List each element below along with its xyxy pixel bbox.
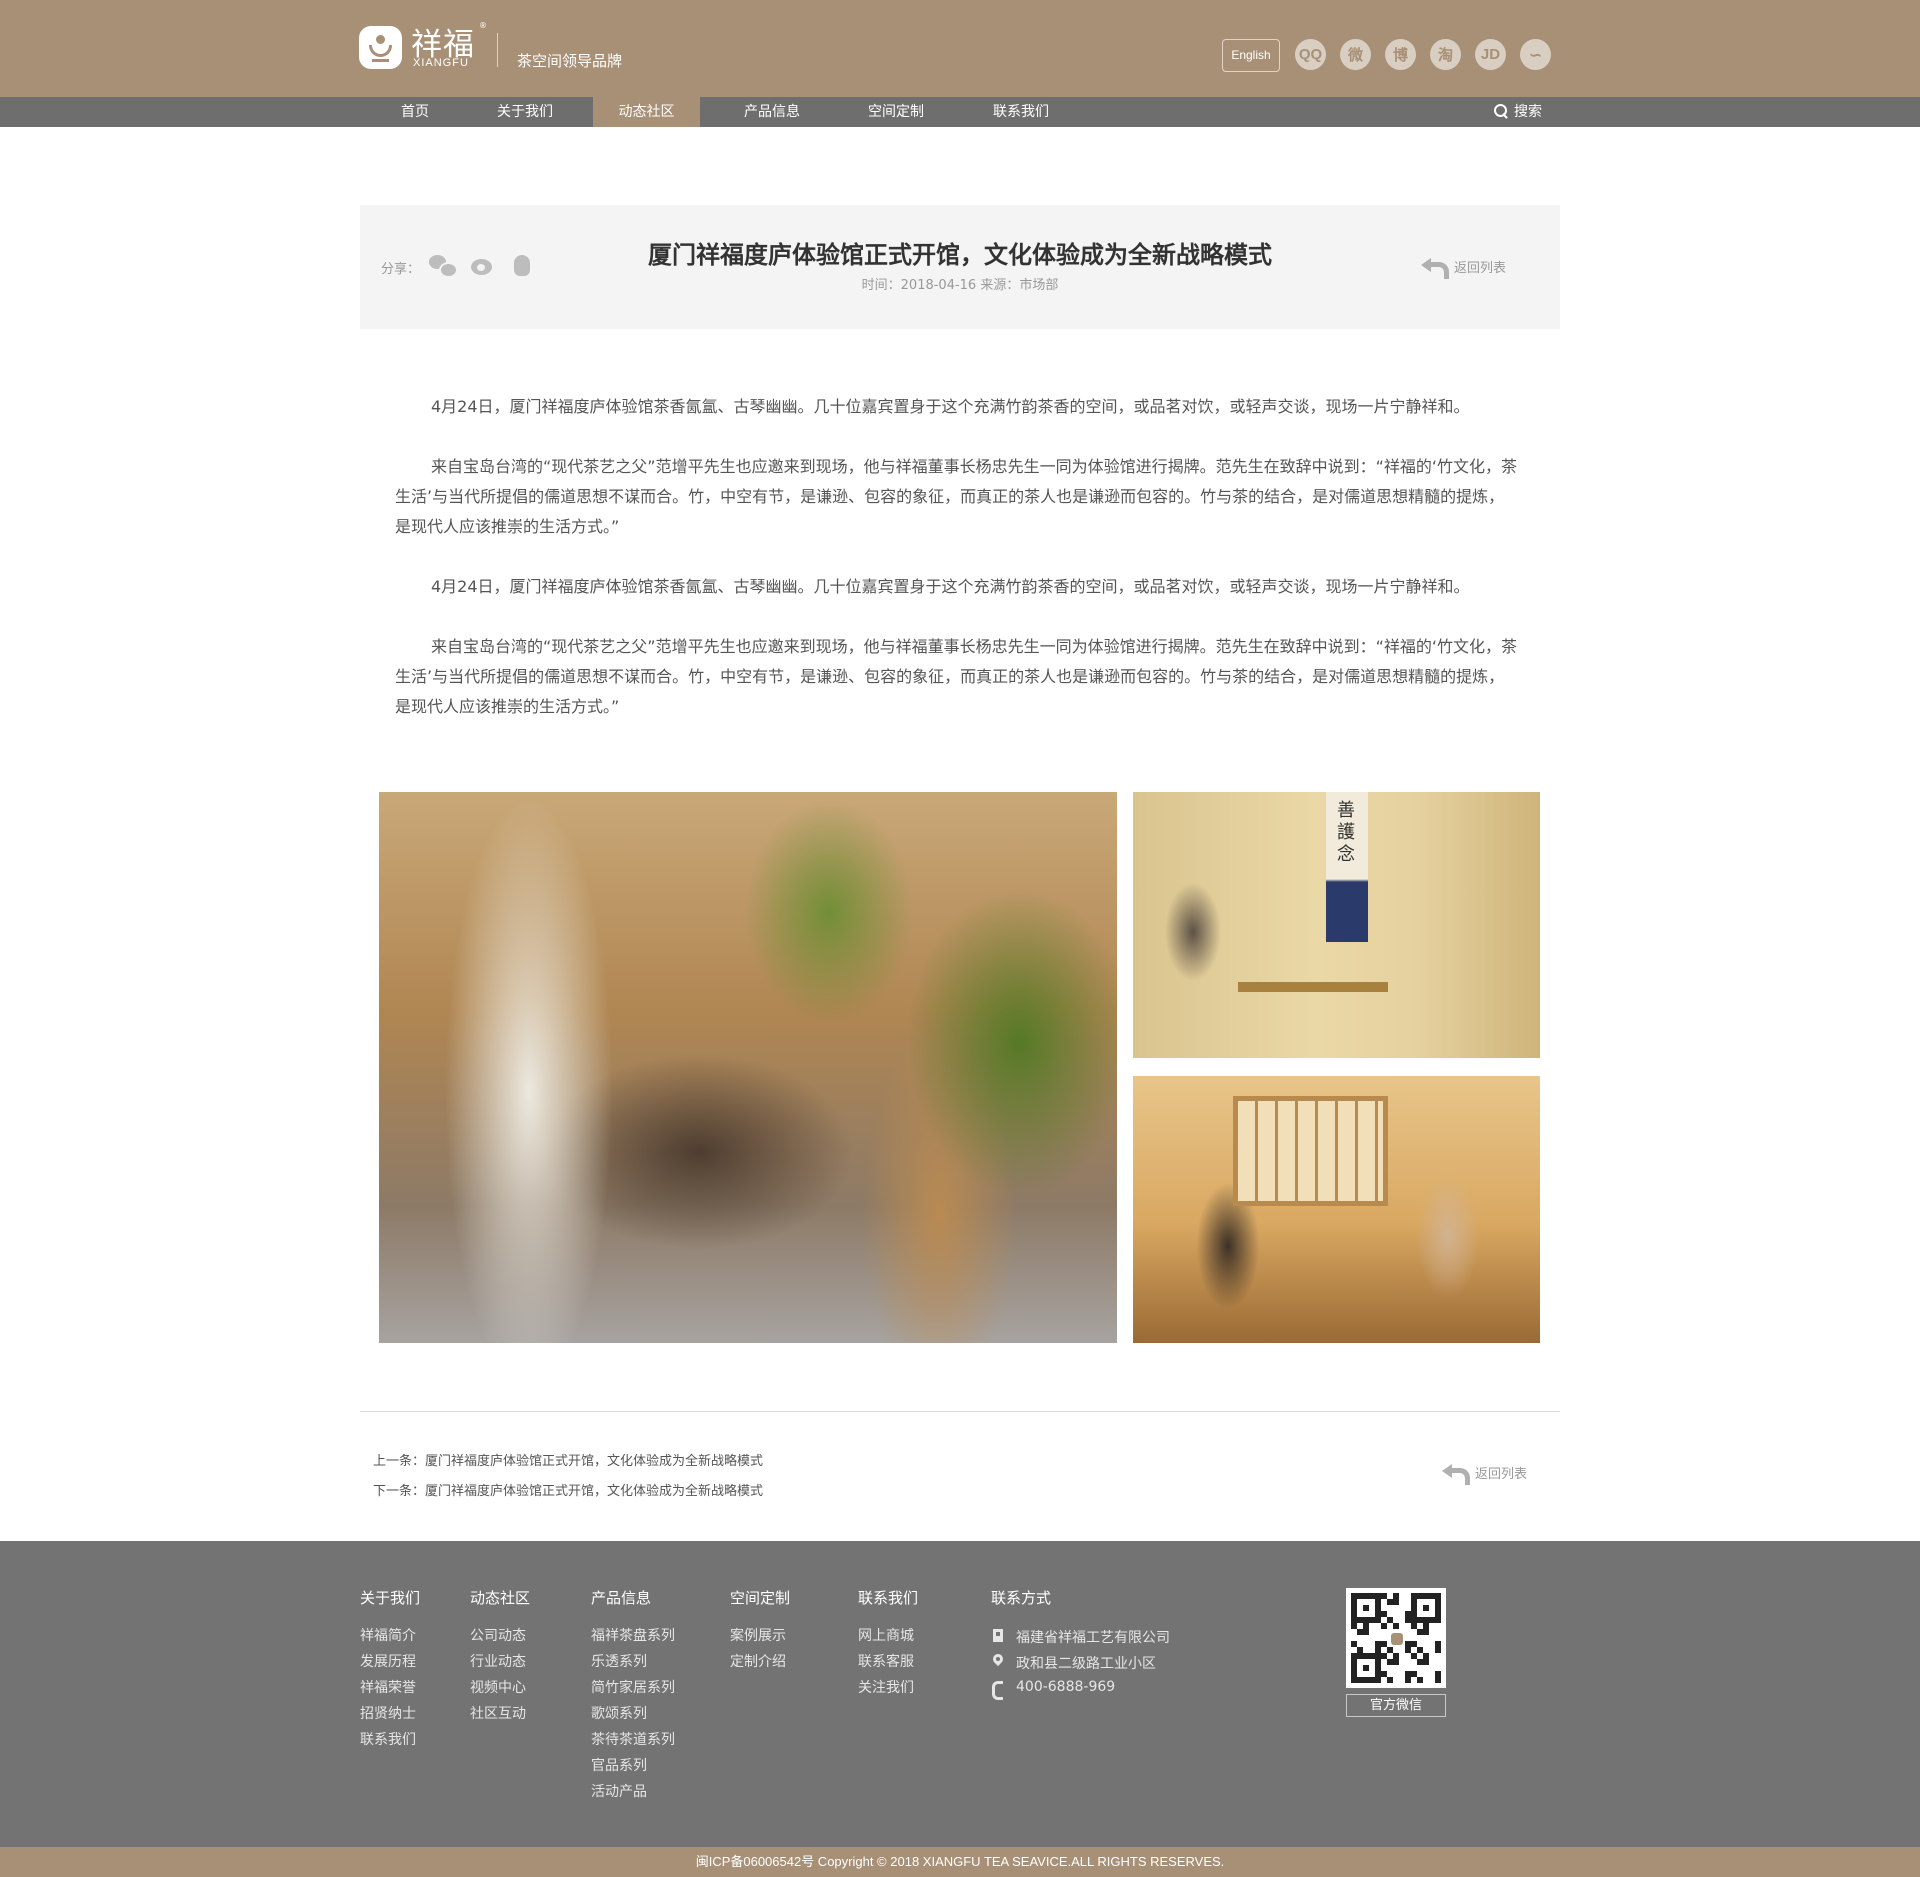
calligraphy-scroll: 善護念 xyxy=(1326,792,1368,942)
nav-community[interactable]: 动态社区 xyxy=(593,97,700,127)
footer-link[interactable]: 歌颂系列 xyxy=(591,1703,647,1723)
english-button[interactable]: English xyxy=(1222,39,1280,72)
search-label: 搜索 xyxy=(1514,104,1542,120)
woman-reading-photo: 善護念 xyxy=(1133,792,1540,1058)
search-icon xyxy=(1494,104,1508,118)
footer-link[interactable]: 公司动态 xyxy=(470,1625,526,1645)
pager-back-to-list-link[interactable]: 返回列表 xyxy=(1442,1461,1528,1485)
teacup-logo-icon xyxy=(359,26,402,69)
footer-link[interactable]: 联系客服 xyxy=(858,1651,914,1671)
site-footer: 关于我们 祥福简介 发展历程 祥福荣誉 招贤纳士 联系我们 动态社区 公司动态 … xyxy=(0,1541,1920,1847)
jd-icon[interactable]: JD xyxy=(1475,39,1506,70)
footer-col-title: 动态社区 xyxy=(470,1589,531,1607)
footer-col-title: 空间定制 xyxy=(730,1589,791,1607)
footer-link[interactable]: 视频中心 xyxy=(470,1677,526,1697)
scroll-text: 善護念 xyxy=(1337,800,1355,865)
back-to-list-label: 返回列表 xyxy=(1475,1467,1528,1482)
nav-space-custom[interactable]: 空间定制 xyxy=(850,97,942,127)
brand-logo[interactable]: 祥福 ® XIANGFU xyxy=(359,21,499,73)
brand-slogan: 茶空间领导品牌 xyxy=(517,52,623,70)
footer-contact-title: 联系方式 xyxy=(991,1589,1052,1607)
footer-link[interactable]: 简竹家居系列 xyxy=(591,1677,675,1697)
footer-col-title: 联系我们 xyxy=(858,1589,919,1607)
footer-company: 福建省祥福工艺有限公司 xyxy=(1016,1630,1170,1646)
article-body: 4月24日，厦门祥福度庐体验馆茶香氤氲、古琴幽幽。几十位嘉宾置身于这个充满竹韵茶… xyxy=(395,392,1520,752)
article-title: 厦门祥福度庐体验馆正式开馆，文化体验成为全新战略模式 xyxy=(648,241,1272,269)
lattice-window xyxy=(1233,1096,1388,1206)
footer-link[interactable]: 活动产品 xyxy=(591,1781,647,1801)
back-arrow-icon xyxy=(1442,1461,1470,1485)
article-paragraph: 来自宝岛台湾的“现代茶艺之父”范增平先生也应邀来到现场，他与祥福董事长杨忠先生一… xyxy=(395,637,1517,716)
footer-link[interactable]: 招贤纳士 xyxy=(360,1703,416,1723)
article-paragraph: 来自宝岛台湾的“现代茶艺之父”范增平先生也应邀来到现场，他与祥福董事长杨忠先生一… xyxy=(395,457,1517,536)
footer-link[interactable]: 祥福简介 xyxy=(360,1625,416,1645)
pager-divider xyxy=(360,1411,1560,1412)
tea-ceremony-photo xyxy=(1133,1076,1540,1343)
back-arrow-icon xyxy=(1421,255,1449,279)
footer-link[interactable]: 茶待茶道系列 xyxy=(591,1729,675,1749)
article-header: 分享： 厦门祥福度庐体验馆正式开馆，文化体验成为全新战略模式 时间：2018-0… xyxy=(360,205,1560,329)
back-to-list-link[interactable]: 返回列表 xyxy=(1421,255,1507,279)
footer-link[interactable]: 社区互动 xyxy=(470,1703,526,1723)
footer-address: 政和县二级路工业小区 xyxy=(1016,1656,1156,1672)
qq-icon[interactable]: QQ xyxy=(1295,39,1326,70)
footer-phone: 400-6888-969 xyxy=(1016,1679,1116,1695)
phone-icon xyxy=(991,1680,1005,1700)
article-paragraph: 4月24日，厦门祥福度庐体验馆茶香氤氲、古琴幽幽。几十位嘉宾置身于这个充满竹韵茶… xyxy=(431,397,1470,416)
copyright-bar: 闽ICP备06006542号 Copyright © 2018 XIANGFU … xyxy=(0,1847,1920,1877)
top-header: 祥福 ® XIANGFU 茶空间领导品牌 English QQ 微 博 淘 JD… xyxy=(0,0,1920,97)
tea-table xyxy=(1238,982,1388,992)
footer-link[interactable]: 定制介绍 xyxy=(730,1651,786,1671)
footer-link[interactable]: 福祥茶盘系列 xyxy=(591,1625,675,1645)
footer-col-title: 关于我们 xyxy=(360,1589,421,1607)
taobao-icon[interactable]: 淘 xyxy=(1430,39,1461,70)
footer-link[interactable]: 官品系列 xyxy=(591,1755,647,1775)
wechat-icon[interactable]: 微 xyxy=(1340,39,1371,70)
brand-name-en: XIANGFU xyxy=(413,57,469,69)
nav-about[interactable]: 关于我们 xyxy=(480,97,570,127)
next-article-link[interactable]: 下一条：厦门祥福度庐体验馆正式开馆，文化体验成为全新战略模式 xyxy=(373,1480,763,1499)
footer-link[interactable]: 祥福荣誉 xyxy=(360,1677,416,1697)
weibo-icon[interactable]: 博 xyxy=(1385,39,1416,70)
main-nav: 首页 关于我们 动态社区 产品信息 空间定制 联系我们 搜索 xyxy=(0,97,1920,127)
qr-logo-icon xyxy=(1391,1633,1403,1645)
nav-home[interactable]: 首页 xyxy=(378,97,452,127)
footer-link[interactable]: 行业动态 xyxy=(470,1651,526,1671)
prev-article-link[interactable]: 上一条：厦门祥福度庐体验馆正式开馆，文化体验成为全新战略模式 xyxy=(373,1450,763,1469)
article-paragraph: 4月24日，厦门祥福度庐体验馆茶香氤氲、古琴幽幽。几十位嘉宾置身于这个充满竹韵茶… xyxy=(431,577,1470,596)
registered-mark: ® xyxy=(479,21,487,30)
nav-products[interactable]: 产品信息 xyxy=(726,97,818,127)
tea-house-interior-photo xyxy=(379,792,1117,1343)
back-to-list-label: 返回列表 xyxy=(1454,261,1507,276)
footer-link[interactable]: 关注我们 xyxy=(858,1677,914,1697)
footer-link[interactable]: 发展历程 xyxy=(360,1651,416,1671)
footer-link[interactable]: 乐透系列 xyxy=(591,1651,647,1671)
building-icon xyxy=(993,1629,1003,1642)
footer-link[interactable]: 案例展示 xyxy=(730,1625,786,1645)
wechat-qr-code xyxy=(1346,1588,1446,1688)
footer-col-title: 产品信息 xyxy=(591,1589,652,1607)
logo-divider xyxy=(497,33,498,67)
footer-link[interactable]: 网上商城 xyxy=(858,1625,914,1645)
article-meta: 时间：2018-04-16 来源：市场部 xyxy=(861,278,1059,293)
search-button[interactable]: 搜索 xyxy=(1494,97,1542,127)
nav-contact[interactable]: 联系我们 xyxy=(975,97,1067,127)
location-pin-icon xyxy=(991,1654,1005,1668)
tmall-icon[interactable]: ∽ xyxy=(1520,39,1551,70)
official-wechat-label: 官方微信 xyxy=(1346,1694,1446,1717)
footer-link[interactable]: 联系我们 xyxy=(360,1729,416,1749)
